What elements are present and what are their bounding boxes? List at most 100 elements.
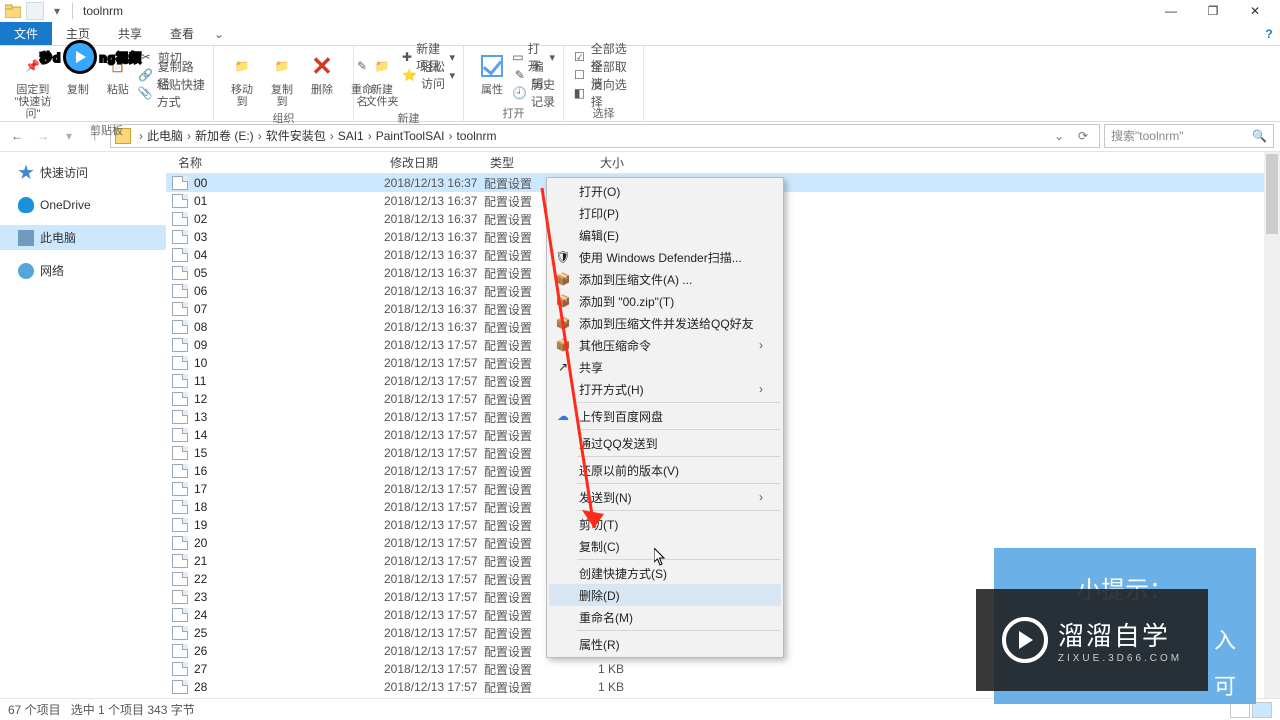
archive-icon: 📦 (555, 315, 571, 331)
history-button[interactable]: 🕘历史记录 (512, 84, 555, 102)
file-icon (172, 248, 188, 262)
share-icon: ↗ (555, 359, 571, 375)
mouse-cursor-icon (654, 548, 666, 566)
sidebar-item-quickaccess[interactable]: 快速访问 (0, 160, 166, 185)
chevron-right-icon: › (759, 338, 763, 352)
properties-button[interactable]: 属性 (472, 48, 512, 98)
pin-quickaccess-button[interactable]: 📌固定到"快速访问" (8, 48, 58, 122)
paste-button[interactable]: 📋粘贴 (98, 48, 138, 98)
ctx-print[interactable]: 打印(P) (549, 202, 781, 224)
file-name: 02 (194, 212, 384, 226)
file-date: 2018/12/13 17:57 (384, 662, 484, 676)
file-date: 2018/12/13 17:57 (384, 338, 484, 352)
ctx-sendto[interactable]: 发送到(N)› (549, 486, 781, 508)
file-name: 15 (194, 446, 384, 460)
file-name: 12 (194, 392, 384, 406)
qat-dropdown-icon[interactable]: ▾ (48, 2, 66, 20)
ribbon-collapse-icon[interactable]: ⌄ (208, 22, 230, 45)
ctx-defender[interactable]: 🛡使用 Windows Defender扫描... (549, 246, 781, 268)
ctx-edit[interactable]: 编辑(E) (549, 224, 781, 246)
sidebar-item-onedrive[interactable]: OneDrive (0, 193, 166, 217)
ctx-qqzip[interactable]: 📦添加到压缩文件并发送给QQ好友 (549, 312, 781, 334)
close-button[interactable]: ✕ (1234, 0, 1276, 22)
file-icon (172, 644, 188, 658)
col-size[interactable]: 大小 (580, 154, 640, 171)
file-name: 16 (194, 464, 384, 478)
file-icon (172, 302, 188, 316)
breadcrumb[interactable]: › 此电脑› 新加卷 (E:)› 软件安装包› SAI1› PaintToolS… (110, 124, 1100, 148)
file-icon (172, 482, 188, 496)
moveto-button[interactable]: 📁移动到 (222, 48, 262, 110)
newfolder-button[interactable]: 📁新建 文件夹 (362, 48, 402, 110)
shield-icon: 🛡 (555, 249, 571, 265)
ctx-otherzip[interactable]: 📦其他压缩命令› (549, 334, 781, 356)
search-placeholder: 搜索"toolnrm" (1111, 127, 1184, 144)
sidebar-item-network[interactable]: 网络 (0, 258, 166, 283)
file-date: 2018/12/13 17:57 (384, 446, 484, 460)
archive-icon: 📦 (555, 271, 571, 287)
file-name: 05 (194, 266, 384, 280)
ctx-cut[interactable]: 剪切(T) (549, 513, 781, 535)
ctx-qqsend[interactable]: 通过QQ发送到 (549, 432, 781, 454)
col-type[interactable]: 类型 (484, 154, 580, 171)
ctx-archive[interactable]: 📦添加到压缩文件(A) ... (549, 268, 781, 290)
search-input[interactable]: 搜索"toolnrm" 🔍 (1104, 124, 1274, 148)
maximize-button[interactable]: ❐ (1192, 0, 1234, 22)
crumb[interactable]: SAI1 (338, 129, 364, 143)
ctx-props[interactable]: 属性(R) (549, 633, 781, 655)
file-icon (172, 662, 188, 676)
file-icon (172, 176, 188, 190)
chevron-right-icon: › (759, 382, 763, 396)
ctx-zip[interactable]: 📦添加到 "00.zip"(T) (549, 290, 781, 312)
file-date: 2018/12/13 16:37 (384, 194, 484, 208)
invertselect-button[interactable]: ◧反向选择 (572, 84, 635, 102)
ctx-open[interactable]: 打开(O) (549, 180, 781, 202)
file-date: 2018/12/13 16:37 (384, 176, 484, 190)
copy-button[interactable]: 📄复制 (58, 48, 98, 98)
file-name: 03 (194, 230, 384, 244)
file-date: 2018/12/13 16:37 (384, 212, 484, 226)
col-name[interactable]: 名称 (172, 154, 384, 171)
help-icon[interactable]: ? (1258, 22, 1280, 45)
tab-view[interactable]: 查看 (156, 22, 208, 45)
ctx-share[interactable]: ↗共享 (549, 356, 781, 378)
file-icon (172, 356, 188, 370)
file-name: 22 (194, 572, 384, 586)
file-name: 27 (194, 662, 384, 676)
sidebar-item-thispc[interactable]: 此电脑 (0, 225, 166, 250)
easyaccess-button[interactable]: ⭐轻松访问 ▾ (402, 66, 455, 84)
tab-file[interactable]: 文件 (0, 22, 52, 45)
ctx-baidu[interactable]: ☁上传到百度网盘 (549, 405, 781, 427)
qat-item[interactable] (26, 2, 44, 20)
ctx-rename[interactable]: 重命名(M) (549, 606, 781, 628)
column-headers: 名称 修改日期 类型 大小 (166, 152, 1280, 174)
crumb[interactable]: 软件安装包 (266, 127, 326, 144)
file-icon (172, 572, 188, 586)
tab-share[interactable]: 共享 (104, 22, 156, 45)
col-date[interactable]: 修改日期 (384, 154, 484, 171)
ctx-delete[interactable]: 删除(D) (549, 584, 781, 606)
path-dropdown-icon[interactable]: ⌄ (1047, 129, 1071, 143)
paste-shortcut-button[interactable]: 📎粘贴快捷方式 (138, 84, 205, 102)
group-select-label: 选择 (572, 105, 635, 121)
crumb[interactable]: toolnrm (456, 129, 496, 143)
refresh-button[interactable]: ⟳ (1071, 129, 1095, 143)
copyto-button[interactable]: 📁复制到 (262, 48, 302, 110)
minimize-button[interactable]: — (1150, 0, 1192, 22)
file-icon (172, 554, 188, 568)
group-new-label: 新建 (362, 110, 455, 126)
scrollbar[interactable] (1264, 152, 1280, 698)
file-date: 2018/12/13 17:57 (384, 356, 484, 370)
ctx-restore[interactable]: 还原以前的版本(V) (549, 459, 781, 481)
crumb[interactable]: PaintToolSAI (376, 129, 445, 143)
tab-home[interactable]: 主页 (52, 22, 104, 45)
pc-icon (18, 230, 34, 246)
group-open-label: 打开 (472, 105, 555, 121)
ctx-openwith[interactable]: 打开方式(H)› (549, 378, 781, 400)
file-type: 配置设置 (484, 679, 580, 696)
delete-button[interactable]: ✕删除 (302, 48, 342, 98)
file-icon (172, 194, 188, 208)
file-icon (172, 428, 188, 442)
file-icon (172, 518, 188, 532)
file-name: 09 (194, 338, 384, 352)
